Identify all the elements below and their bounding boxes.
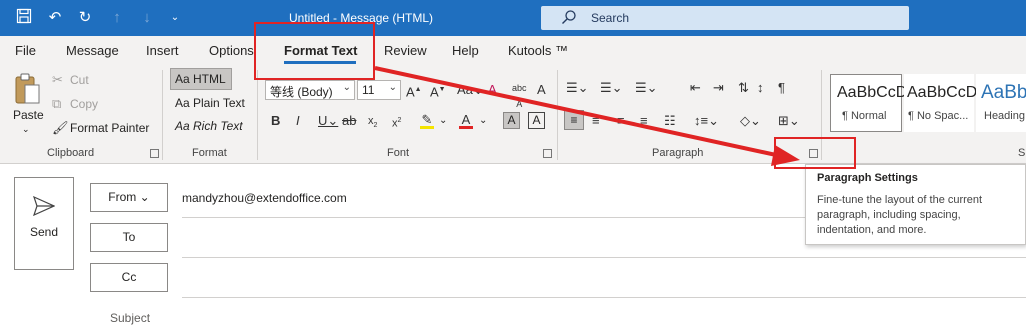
annotation-arrow: [374, 66, 800, 166]
